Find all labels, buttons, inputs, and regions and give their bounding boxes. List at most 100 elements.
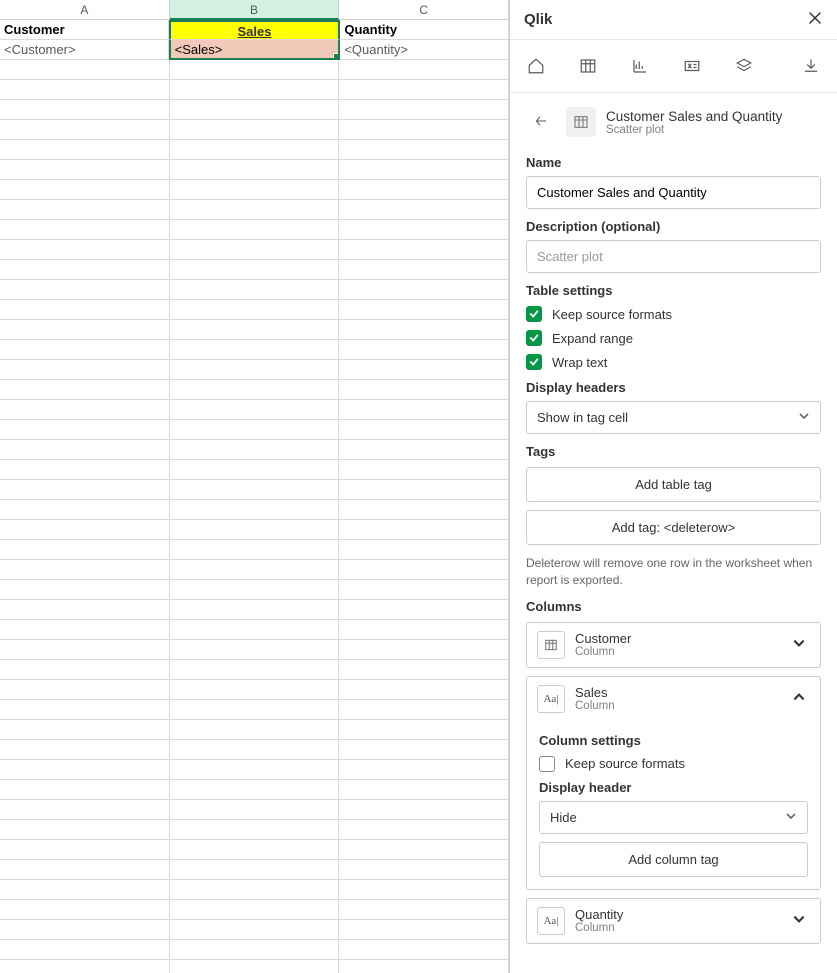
keep-source-formats-label: Keep source formats: [552, 307, 672, 322]
grid-body[interactable]: Customer Sales Quantity <Customer> <Sale…: [0, 20, 509, 973]
empty-row: [0, 260, 509, 280]
name-input[interactable]: [526, 176, 821, 209]
back-arrow-icon[interactable]: [526, 108, 556, 137]
toolbar: [510, 40, 837, 93]
cell-b2-selected[interactable]: <Sales>: [169, 40, 341, 60]
empty-row: [0, 400, 509, 420]
empty-row: [0, 740, 509, 760]
column-settings-panel: Column settings Keep source formats Disp…: [527, 721, 820, 889]
description-label: Description (optional): [526, 219, 821, 234]
name-label: Name: [526, 155, 821, 170]
chart-type-label: Scatter plot: [606, 124, 782, 136]
add-column-tag-button[interactable]: Add column tag: [539, 842, 808, 877]
tags-label: Tags: [526, 444, 821, 459]
empty-row: [0, 300, 509, 320]
cell-a1[interactable]: Customer: [0, 20, 169, 40]
column-header-row: A B C: [0, 0, 509, 20]
cell-c1[interactable]: Quantity: [340, 20, 509, 40]
empty-row: [0, 560, 509, 580]
chart-type-icon: [566, 107, 596, 137]
col-header-b[interactable]: B: [170, 0, 340, 20]
empty-row: [0, 240, 509, 260]
close-icon[interactable]: [807, 10, 823, 29]
column-sub: Column: [575, 700, 778, 712]
col-header-c[interactable]: C: [339, 0, 509, 20]
expand-range-row: Expand range: [526, 330, 821, 346]
display-headers-label: Display headers: [526, 380, 821, 395]
empty-row: [0, 420, 509, 440]
empty-row: [0, 360, 509, 380]
data-row: <Customer> <Sales> <Quantity>: [0, 40, 509, 60]
empty-row: [0, 780, 509, 800]
empty-row: [0, 920, 509, 940]
variable-icon[interactable]: [666, 48, 718, 84]
empty-row: [0, 460, 509, 480]
column-header-customer[interactable]: Customer Column: [527, 623, 820, 667]
column-header-quantity[interactable]: Aa| Quantity Column: [527, 899, 820, 943]
column-sub: Column: [575, 922, 778, 934]
keep-source-formats-row: Keep source formats: [526, 306, 821, 322]
wrap-text-checkbox[interactable]: [526, 354, 542, 370]
empty-row: [0, 280, 509, 300]
chevron-down-icon: [788, 636, 810, 653]
empty-row: [0, 900, 509, 920]
text-icon: Aa|: [537, 685, 565, 713]
empty-row: [0, 720, 509, 740]
display-headers-select[interactable]: Show in tag cell: [526, 401, 821, 434]
display-header-label: Display header: [539, 780, 808, 795]
table-icon[interactable]: [562, 48, 614, 84]
display-header-select[interactable]: Hide: [539, 801, 808, 834]
column-sub: Column: [575, 646, 778, 658]
column-settings-label: Column settings: [539, 733, 808, 748]
col-keep-source-checkbox[interactable]: [539, 756, 555, 772]
chevron-down-icon: [798, 410, 810, 425]
add-deleterow-tag-button[interactable]: Add tag: <deleterow>: [526, 510, 821, 545]
empty-row: [0, 180, 509, 200]
cell-c2[interactable]: <Quantity>: [340, 40, 509, 60]
table-settings-label: Table settings: [526, 283, 821, 298]
empty-row: [0, 60, 509, 80]
add-table-tag-button[interactable]: Add table tag: [526, 467, 821, 502]
column-card-customer: Customer Column: [526, 622, 821, 668]
empty-row: [0, 760, 509, 780]
empty-row: [0, 120, 509, 140]
empty-row: [0, 440, 509, 460]
empty-row: [0, 80, 509, 100]
chevron-down-icon: [788, 912, 810, 929]
empty-row: [0, 580, 509, 600]
home-icon[interactable]: [510, 48, 562, 84]
wrap-text-row: Wrap text: [526, 354, 821, 370]
empty-row: [0, 940, 509, 960]
side-panel: Qlik: [510, 0, 837, 973]
layers-icon[interactable]: [718, 48, 770, 84]
cell-a2[interactable]: <Customer>: [0, 40, 169, 60]
empty-row: [0, 680, 509, 700]
empty-row: [0, 480, 509, 500]
empty-row: [0, 600, 509, 620]
display-header-value: Hide: [550, 810, 577, 825]
empty-row: [0, 320, 509, 340]
expand-range-checkbox[interactable]: [526, 330, 542, 346]
col-header-a[interactable]: A: [0, 0, 170, 20]
empty-row: [0, 800, 509, 820]
empty-row: [0, 640, 509, 660]
empty-row: [0, 380, 509, 400]
keep-source-formats-checkbox[interactable]: [526, 306, 542, 322]
empty-row: [0, 820, 509, 840]
description-input[interactable]: [526, 240, 821, 273]
cell-b1[interactable]: Sales: [169, 20, 341, 40]
empty-row: [0, 520, 509, 540]
chevron-down-icon: [785, 810, 797, 825]
column-name: Customer: [575, 631, 778, 646]
empty-row: [0, 340, 509, 360]
columns-label: Columns: [526, 599, 821, 614]
chart-icon[interactable]: [614, 48, 666, 84]
download-icon[interactable]: [785, 48, 837, 84]
column-header-sales[interactable]: Aa| Sales Column: [527, 677, 820, 721]
crumb-text: Customer Sales and Quantity Scatter plot: [606, 109, 782, 136]
column-name: Quantity: [575, 907, 778, 922]
empty-row: [0, 100, 509, 120]
empty-row: [0, 540, 509, 560]
display-headers-value: Show in tag cell: [537, 410, 628, 425]
breadcrumb: Customer Sales and Quantity Scatter plot: [526, 93, 821, 145]
